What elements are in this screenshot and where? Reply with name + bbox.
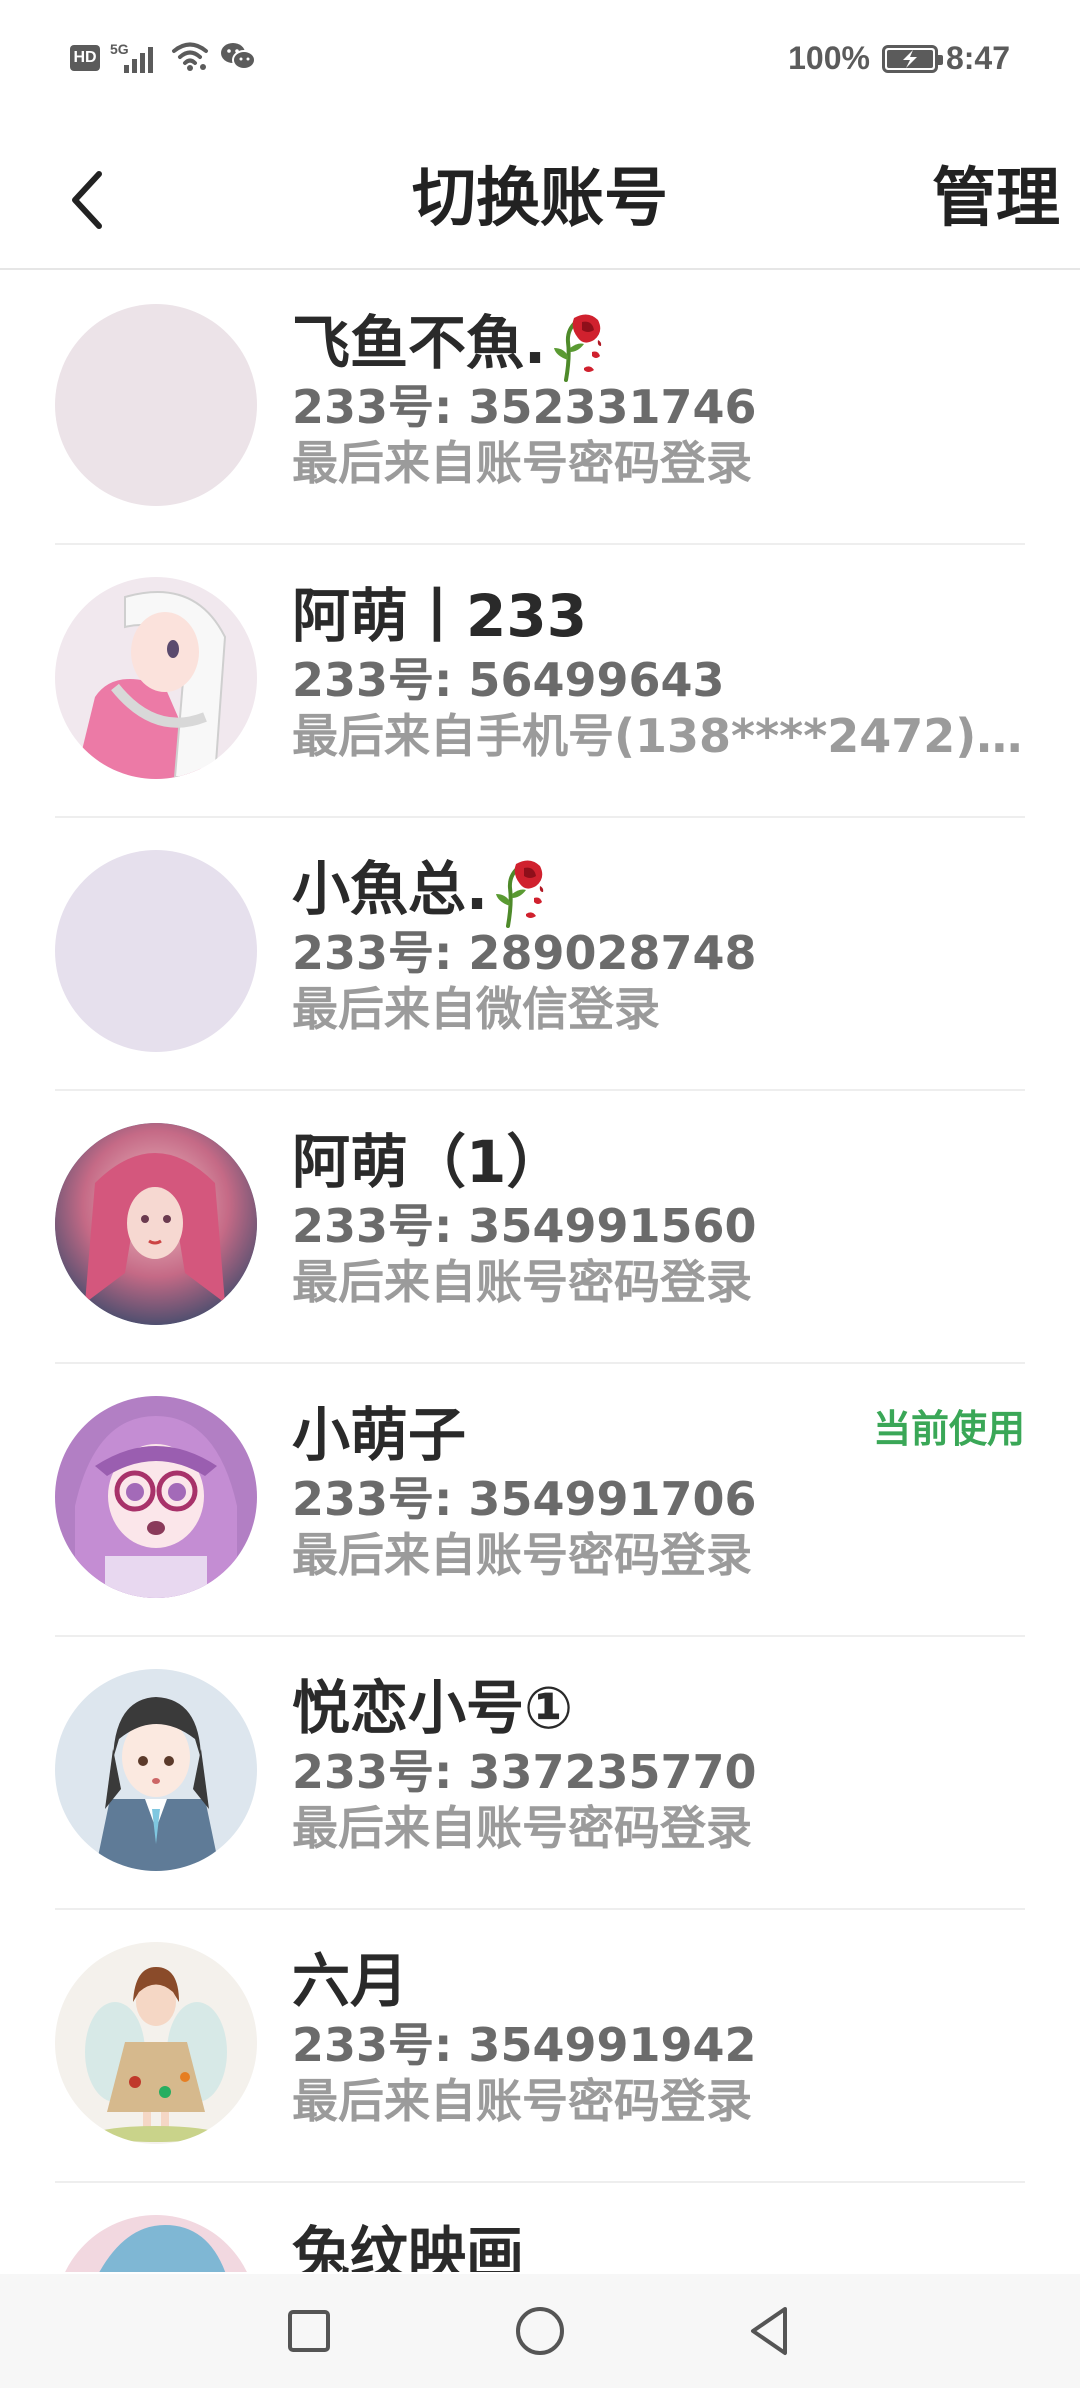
nav-back-button[interactable] [734, 2296, 804, 2366]
last-login-method: 最后来自账号密码登录 [292, 2074, 752, 2128]
account-name-text: 阿萌（1） [292, 1128, 565, 1196]
account-name-text: 小魚总. [292, 855, 489, 923]
account-row[interactable]: 小萌子 233号: 354991706 最后来自账号密码登录 当前使用 [0, 1364, 1080, 1637]
account-name-text: 悦恋小号① [292, 1674, 574, 1742]
battery-percent: 100% [788, 40, 870, 76]
current-account-badge: 当前使用 [872, 1407, 1025, 1451]
account-name: 阿萌（1） [292, 1127, 564, 1197]
account-row[interactable]: 阿萌（1） 233号: 354991560 最后来自账号密码登录 [0, 1091, 1080, 1364]
avatar [55, 304, 257, 506]
wechat-icon [220, 41, 256, 75]
battery-icon [881, 44, 943, 73]
last-login-method: 最后来自手机号(138****2472)登录 [292, 709, 1042, 763]
home-circle-icon [516, 2307, 564, 2355]
account-row[interactable]: 飞鱼不魚. 233号: 352331746 最后来自账号密码登录 [0, 272, 1080, 545]
avatar [55, 2215, 257, 2272]
account-id: 233号: 337235770 [292, 1745, 757, 1799]
avatar [55, 1669, 257, 1871]
account-id: 233号: 354991942 [292, 2018, 757, 2072]
last-login-method: 最后来自账号密码登录 [292, 1801, 752, 1855]
wilted-rose-icon [554, 314, 602, 382]
recents-square-icon [288, 2310, 330, 2352]
account-name: 阿萌丨233 [292, 581, 587, 651]
wilted-rose-icon [496, 860, 544, 928]
home-button[interactable] [505, 2296, 575, 2366]
avatar [55, 577, 257, 779]
system-navigation-bar [0, 2274, 1080, 2388]
account-name: 飞鱼不魚. [292, 308, 608, 382]
account-id: 233号: 354991706 [292, 1472, 757, 1526]
avatar [55, 850, 257, 1052]
account-row[interactable]: 阿萌丨233 233号: 56499643 最后来自手机号(138****2472)… [0, 545, 1080, 818]
status-bar-right: 100% 8:47 [788, 40, 1010, 77]
account-name: 小魚总. [292, 854, 550, 928]
account-list[interactable]: 飞鱼不魚. 233号: 352331746 最后来自账号密码登录 阿萌丨233 233号… [0, 272, 1080, 2272]
switch-account-screen: HD 5G 100% 8:47 切换账号 管理 飞鱼不魚. 233号: 3523… [0, 0, 1080, 2388]
account-id: 233号: 354991560 [292, 1199, 757, 1253]
account-id: 233号: 289028748 [292, 926, 757, 980]
wifi-icon [170, 40, 210, 76]
avatar [55, 1123, 257, 1325]
account-id: 233号: 352331746 [292, 380, 757, 434]
page-title: 切换账号 [412, 162, 668, 236]
hd-icon: HD [70, 45, 100, 71]
account-name: 六月 [292, 1946, 408, 2016]
account-name-text: 阿萌丨233 [292, 582, 588, 650]
account-name-text: 小萌子 [292, 1401, 467, 1469]
last-login-method: 最后来自微信登录 [292, 982, 660, 1036]
app-header: 切换账号 管理 [0, 130, 1080, 270]
status-bar-left: HD 5G [70, 40, 256, 76]
signal-icon: 5G [110, 41, 160, 75]
last-login-method: 最后来自账号密码登录 [292, 1255, 752, 1309]
account-row[interactable]: 六月 233号: 354991942 最后来自账号密码登录 [0, 1910, 1080, 2183]
account-name: 兔纹映画 [292, 2219, 524, 2272]
account-name-text: 兔纹映画 [292, 2220, 525, 2272]
account-row[interactable]: 兔纹映画 [0, 2183, 1080, 2272]
clock: 8:47 [945, 40, 1010, 76]
status-bar: HD 5G 100% 8:47 [0, 0, 1080, 130]
account-name-text: 飞鱼不魚. [292, 309, 547, 377]
avatar [55, 1942, 257, 2144]
account-name: 小萌子 [292, 1400, 466, 1470]
last-login-method: 最后来自账号密码登录 [292, 1528, 752, 1582]
last-login-method: 最后来自账号密码登录 [292, 436, 752, 490]
account-row[interactable]: 小魚总. 233号: 289028748 最后来自微信登录 [0, 818, 1080, 1091]
back-triangle-icon [751, 2307, 787, 2355]
recents-button[interactable] [274, 2296, 344, 2366]
manage-button[interactable]: 管理 [932, 154, 1060, 244]
account-name: 悦恋小号① [292, 1673, 573, 1743]
account-row[interactable]: 悦恋小号① 233号: 337235770 最后来自账号密码登录 [0, 1637, 1080, 1910]
account-id: 233号: 56499643 [292, 653, 725, 707]
account-name-text: 六月 [292, 1947, 409, 2015]
avatar [55, 1396, 257, 1598]
